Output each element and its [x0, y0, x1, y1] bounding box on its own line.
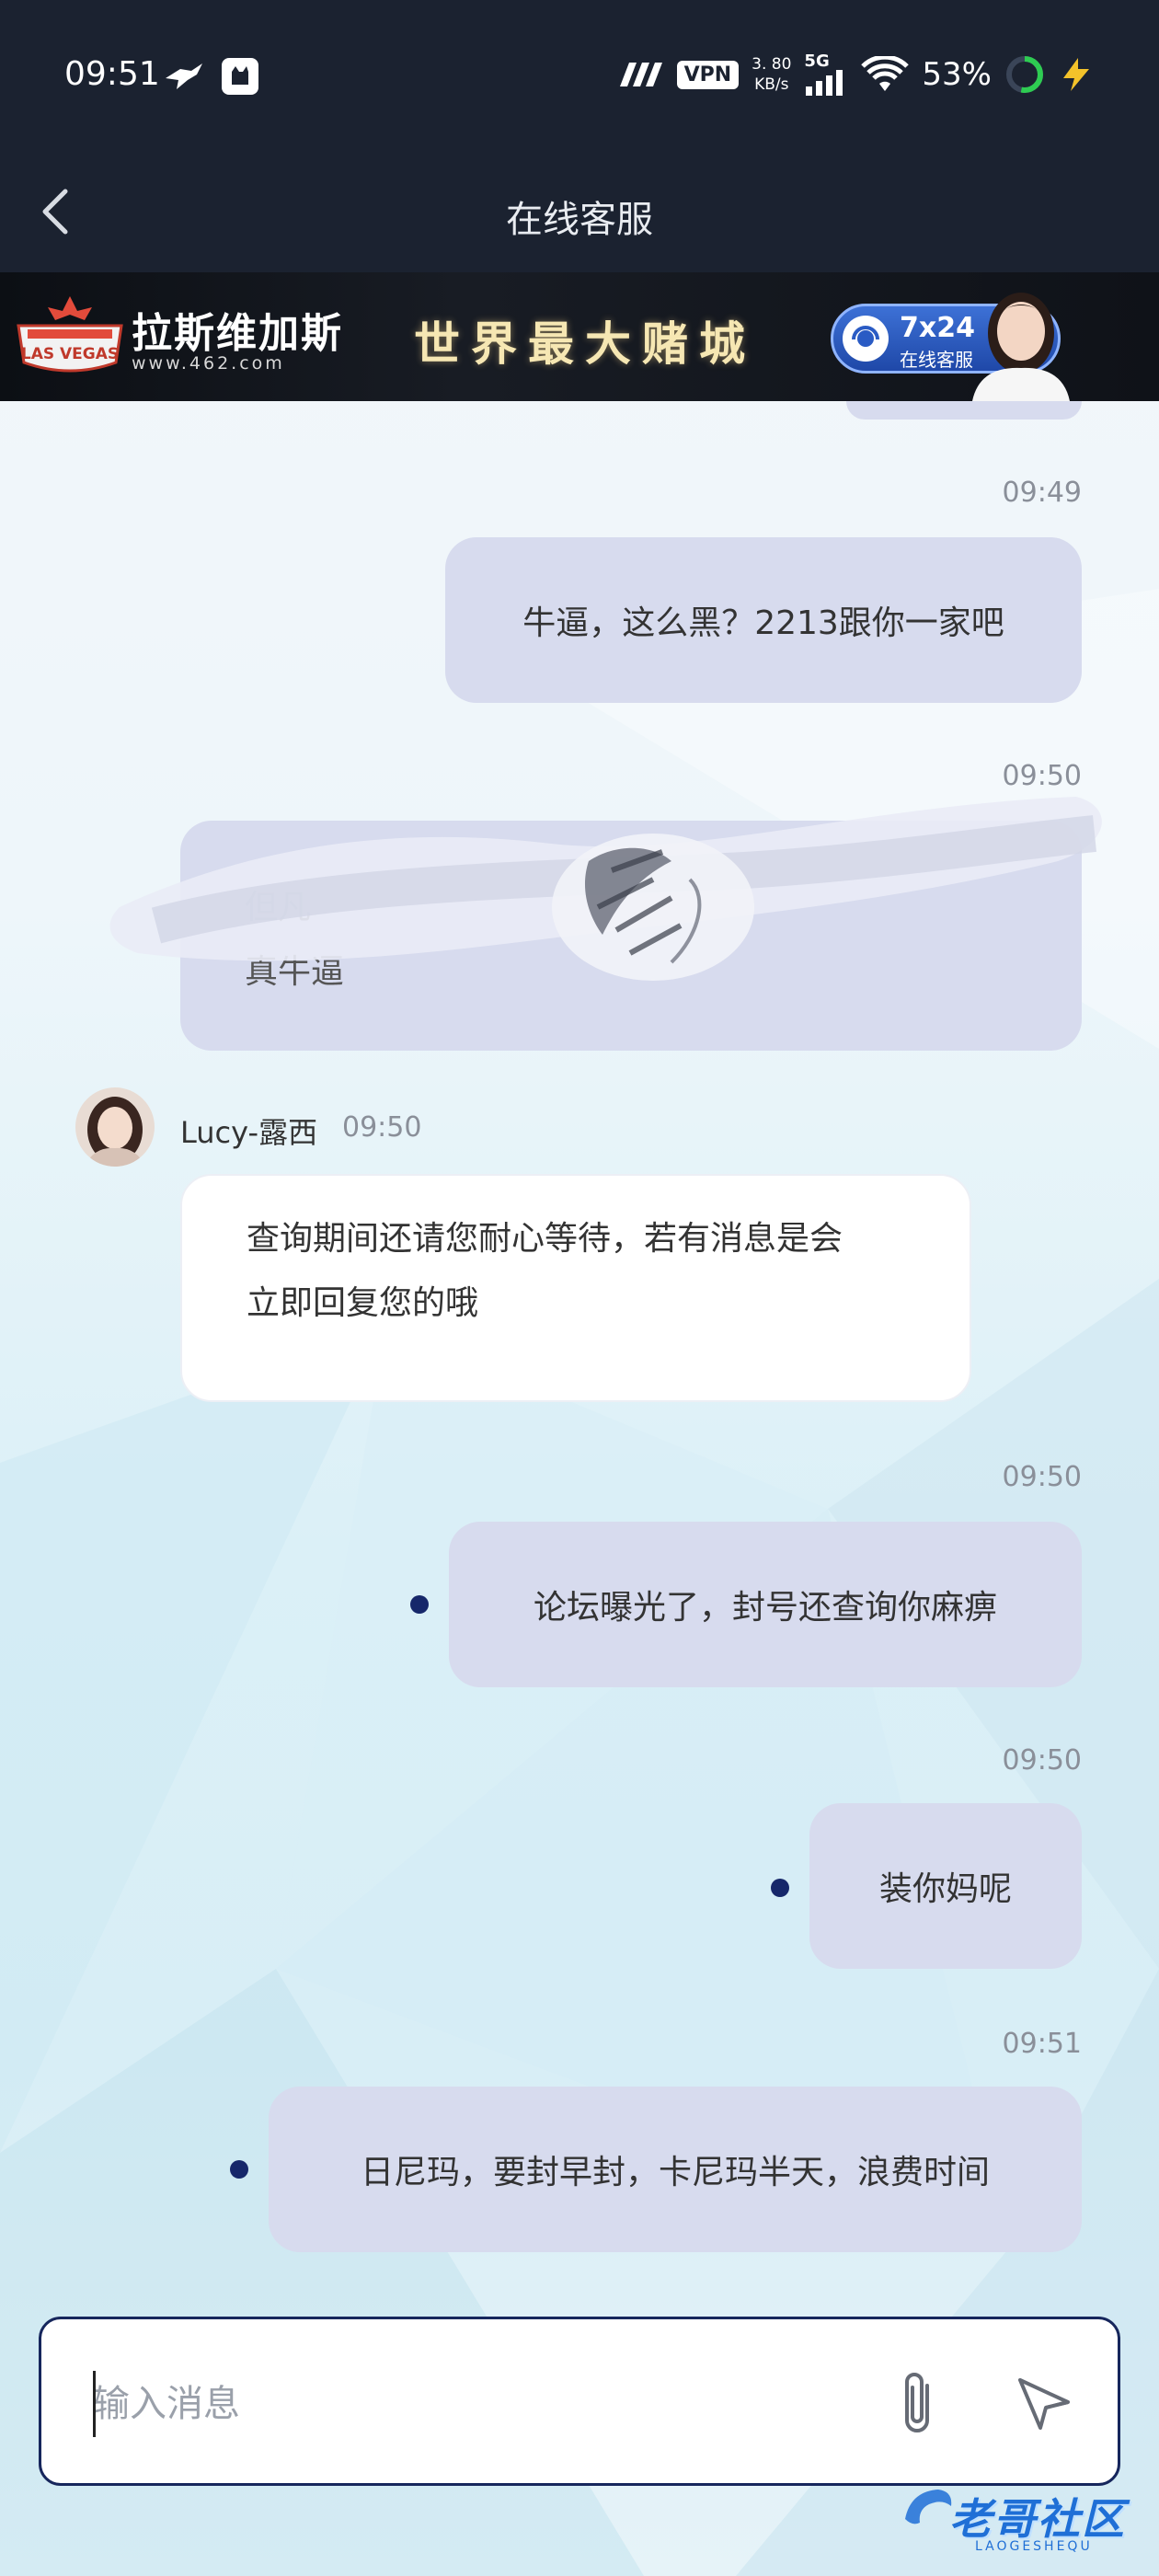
unread-indicator-dot: [771, 1879, 789, 1897]
network-speed: 3. 80 KB/s: [752, 54, 791, 95]
agent-portrait-image: [972, 293, 1070, 401]
message-text-line: 查询期间还请您耐心等待，若有消息是会: [247, 1220, 843, 1258]
status-indicators: VPN 3. 80 KB/s 5G 53%: [616, 53, 1095, 96]
outgoing-message[interactable]: 论坛曝光了，封号还查询你麻痹: [449, 1522, 1082, 1687]
outgoing-message[interactable]: 日尼玛，要封早封，卡尼玛半天，浪费时间: [269, 2087, 1082, 2252]
message-timestamp: 09:50: [1002, 1461, 1082, 1493]
message-text-line: 立即回复您的哦: [247, 1284, 479, 1322]
agent-name: Lucy-露西: [180, 1115, 318, 1150]
watermark-subtext: LAOGESHEQU: [975, 2539, 1093, 2554]
outgoing-message[interactable]: 牛逼，这么黑？2213跟你一家吧: [445, 537, 1082, 703]
message-timestamp: 09:50: [342, 1111, 422, 1144]
message-input[interactable]: [93, 2367, 829, 2441]
app-notification-icon: [222, 58, 258, 95]
message-text: 日尼玛，要封早封，卡尼玛半天，浪费时间: [360, 2154, 990, 2191]
watermark-text: 老哥社区: [949, 2494, 1126, 2544]
send-button[interactable]: [1007, 2367, 1081, 2441]
charging-bolt-icon: [1063, 58, 1089, 91]
battery-percent: 53%: [922, 56, 992, 93]
las-vegas-logo: LAS VEGAS: [17, 296, 123, 373]
network-type: 5G: [804, 52, 830, 71]
previous-message-bubble-edge: [846, 401, 1082, 420]
page-title: 在线客服: [506, 199, 653, 241]
message-timestamp: 09:50: [1002, 1744, 1082, 1777]
battery-ring-icon: [1006, 56, 1043, 93]
text-cursor: [93, 2371, 96, 2437]
status-time: 09:51: [64, 55, 160, 93]
status-bar: 09:51 VPN 3. 80 KB/s 5G 53%: [0, 0, 1159, 156]
send-icon: [1018, 2378, 1070, 2430]
message-composer: [39, 2317, 1120, 2486]
unread-indicator-dot: [230, 2160, 248, 2179]
las-vegas-logo-text: LAS VEGAS: [21, 345, 119, 363]
message-text: 牛逼，这么黑？2213跟你一家吧: [522, 604, 1004, 642]
headset-icon: [843, 316, 889, 362]
message-text: 论坛曝光了，封号还查询你麻痹: [533, 1589, 997, 1627]
outgoing-message[interactable]: 装你妈呢: [809, 1803, 1082, 1969]
network-speed-unit: KB/s: [754, 75, 789, 94]
scribble-redaction: [109, 797, 1102, 981]
chat-messages[interactable]: 09:49 牛逼，这么黑？2213跟你一家吧 09:50 但凡 真牛逼 Lucy…: [0, 401, 1159, 2306]
agent-avatar-image: [75, 1087, 155, 1167]
message-text: 装你妈呢: [878, 1870, 1012, 1908]
cellular-signal: 5G: [804, 53, 848, 96]
banner-slogan: 世界最大赌城: [414, 316, 756, 371]
network-speed-value: 3. 80: [752, 55, 792, 74]
paperclip-icon: [905, 2373, 929, 2432]
message-timestamp: 09:51: [1002, 2028, 1082, 2060]
app-header: 在线客服: [0, 156, 1159, 272]
forum-watermark: 老哥社区 LAOGESHEQU: [901, 2473, 1150, 2565]
attach-button[interactable]: [880, 2365, 954, 2443]
banner-brand: 拉斯维加斯: [132, 310, 343, 357]
casino-banner-ad[interactable]: LAS VEGAS 拉斯维加斯 www.462.com 世界最大赌城 7x24 …: [0, 272, 1159, 401]
vpn-badge: VPN: [676, 60, 740, 89]
notification-icons: [164, 57, 259, 96]
message-timestamp: 09:49: [1002, 477, 1082, 509]
signal-bars-icon: [806, 70, 843, 96]
mi-logo-icon: [619, 63, 662, 86]
unread-indicator-dot: [410, 1595, 429, 1614]
agent-avatar[interactable]: [75, 1087, 155, 1167]
watermark-dragon-icon: [905, 2490, 952, 2524]
banner-url: www.462.com: [132, 353, 285, 374]
wifi-icon: [861, 56, 910, 91]
incoming-message[interactable]: 查询期间还请您耐心等待，若有消息是会 立即回复您的哦: [180, 1174, 971, 1402]
bird-notification-icon: [166, 63, 202, 89]
